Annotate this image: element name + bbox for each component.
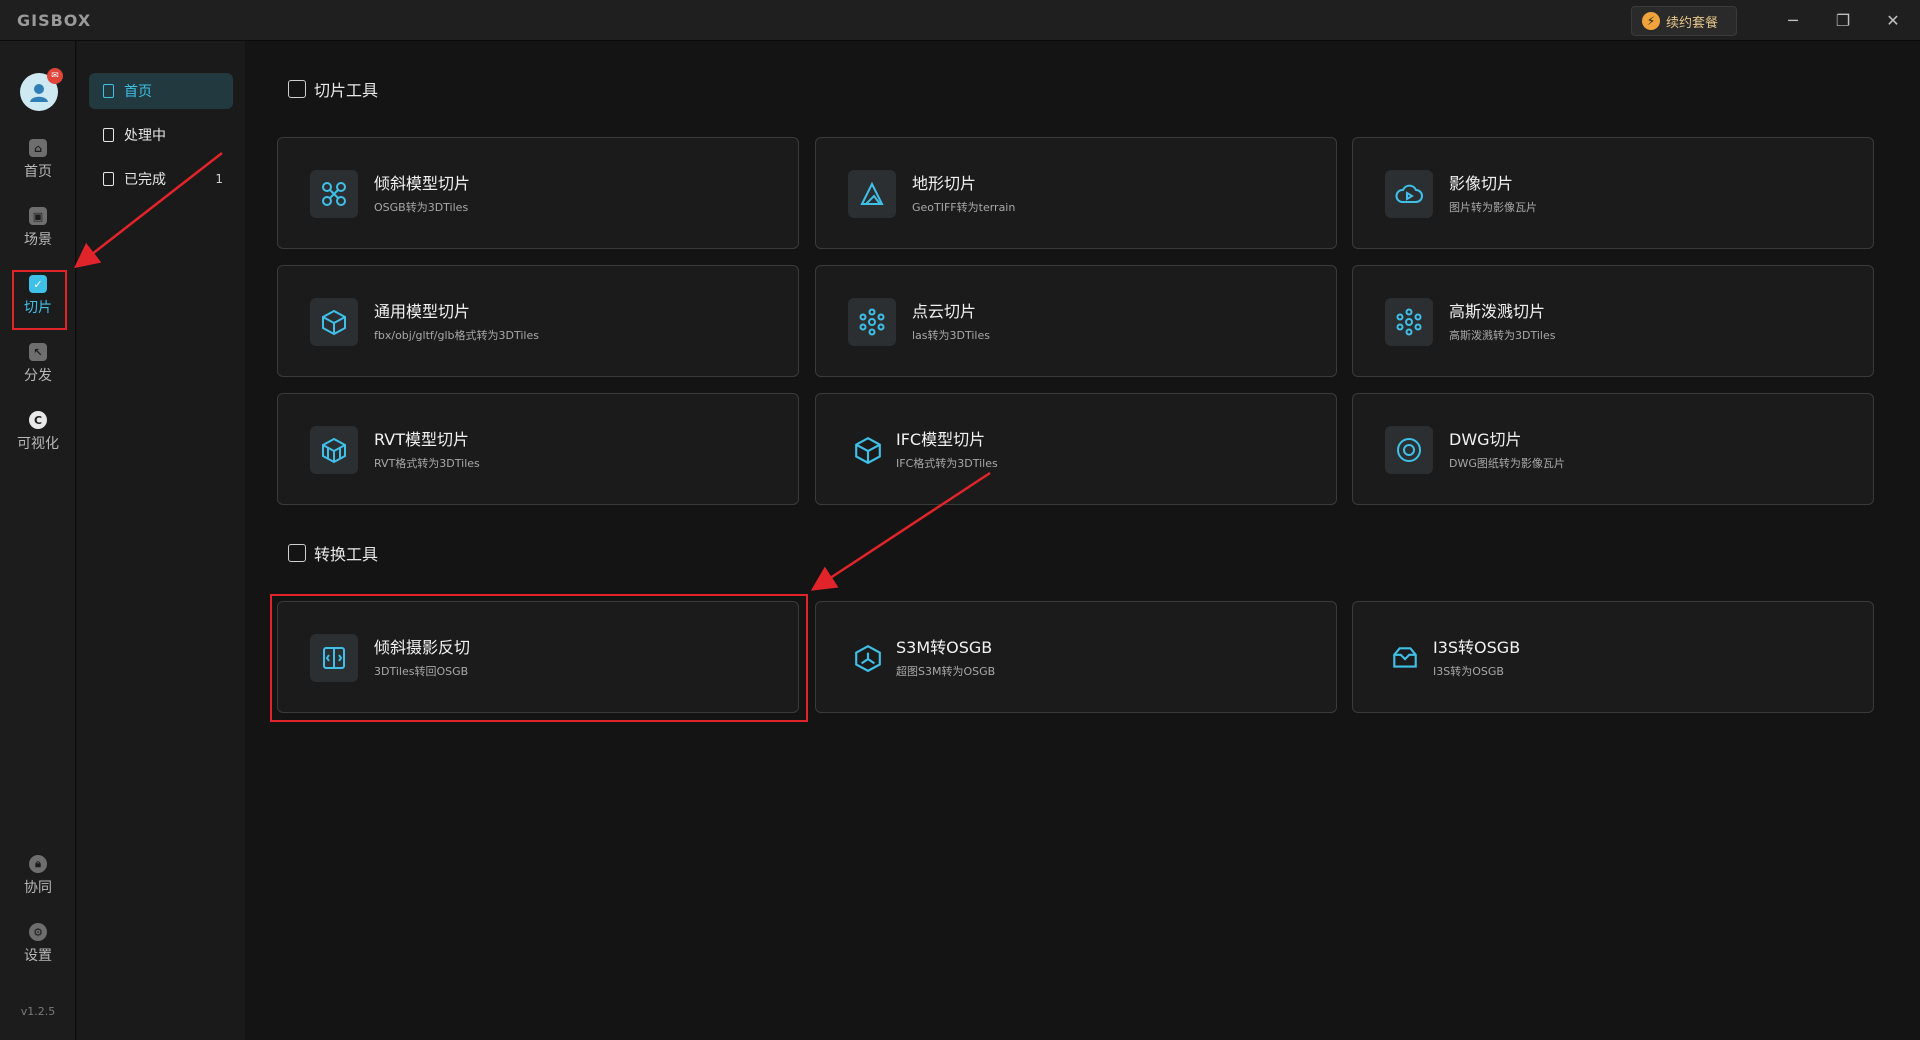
convert-folder-icon: [288, 544, 306, 562]
slice-tools-heading: 切片工具: [288, 77, 378, 101]
minimize-icon: ─: [1788, 11, 1798, 30]
app-window: GISBOX ⚡ 续约套餐 ─ ❐ ✕ ✉ ⌂ 首页 ▣ 场景 ✓ 切片 ↖ 分…: [0, 0, 1920, 1040]
title-bar: GISBOX ⚡ 续约套餐 ─ ❐ ✕: [0, 0, 1920, 41]
card-title: 通用模型切片: [374, 302, 471, 321]
card-general-model-slice[interactable]: 通用模型切片 fbx/obj/gltf/glb格式转为3DTiles: [277, 265, 799, 377]
rail-item-collab[interactable]: 🔒︎ 协同: [0, 846, 76, 906]
minimize-button[interactable]: ─: [1770, 0, 1816, 41]
annotation-card-highlight: [270, 594, 808, 722]
card-dwg-slice[interactable]: DWG切片 DWG图纸转为影像瓦片: [1352, 393, 1874, 505]
home-icon: ⌂: [29, 139, 47, 157]
card-subtitle: GeoTIFF转为terrain: [912, 201, 1016, 214]
card-subtitle: RVT格式转为3DTiles: [374, 457, 480, 470]
close-icon: ✕: [1886, 11, 1900, 30]
card-subtitle: las转为3DTiles: [912, 329, 990, 342]
card-subtitle: I3S转为OSGB: [1433, 665, 1504, 678]
annotation-rail-highlight: [12, 270, 67, 330]
cloud-play-icon: [1385, 170, 1433, 218]
terrain-icon: [848, 170, 896, 218]
point-cloud-icon: [848, 298, 896, 346]
i3s-icon: [1381, 634, 1429, 682]
lightning-icon: ⚡: [1642, 12, 1660, 30]
card-subtitle: 高斯泼溅转为3DTiles: [1449, 329, 1556, 342]
renew-plan-label: 续约套餐: [1666, 15, 1719, 31]
cube-icon: ▣: [29, 207, 47, 225]
notification-icon: ✉: [47, 68, 63, 84]
visual-icon: C: [29, 411, 47, 429]
user-icon: [30, 84, 48, 102]
dwg-icon: [1385, 426, 1433, 474]
rail-item-label: 分发: [24, 368, 52, 384]
s3m-icon: [844, 634, 892, 682]
nav-item-label: 处理中: [124, 128, 166, 144]
card-oblique-slice[interactable]: 倾斜模型切片 OSGB转为3DTiles: [277, 137, 799, 249]
rail-item-label: 首页: [24, 164, 52, 180]
rail-item-label: 场景: [24, 232, 52, 248]
rvt-icon: [310, 426, 358, 474]
document-icon: [103, 84, 114, 98]
icon-rail: ✉ ⌂ 首页 ▣ 场景 ✓ 切片 ↖ 分发 C 可视化 🔒︎ 协同 ⚙ 设置 v…: [0, 41, 76, 1040]
nav-item-label: 已完成: [124, 172, 166, 188]
map-icon: [288, 80, 306, 98]
card-terrain-slice[interactable]: 地形切片 GeoTIFF转为terrain: [815, 137, 1337, 249]
card-title: 地形切片: [912, 174, 977, 193]
rail-item-visualize[interactable]: C 可视化: [0, 402, 76, 462]
restore-icon: ❐: [1835, 11, 1851, 30]
restore-button[interactable]: ❐: [1820, 0, 1866, 41]
card-subtitle: 图片转为影像瓦片: [1449, 201, 1537, 214]
nav-item-label: 首页: [124, 84, 152, 100]
rail-item-distribute[interactable]: ↖ 分发: [0, 334, 76, 394]
convert-tools-heading: 转换工具: [288, 541, 378, 565]
nav-item-completed[interactable]: 已完成 1: [89, 161, 233, 197]
renew-plan-button[interactable]: ⚡ 续约套餐: [1631, 6, 1737, 36]
card-ifc-slice[interactable]: IFC模型切片 IFC格式转为3DTiles: [815, 393, 1337, 505]
card-s3m-to-osgb[interactable]: S3M转OSGB 超图S3M转为OSGB: [815, 601, 1337, 713]
document-check-icon: [103, 172, 114, 186]
document-icon: [103, 128, 114, 142]
card-rvt-slice[interactable]: RVT模型切片 RVT格式转为3DTiles: [277, 393, 799, 505]
box-icon: [310, 298, 358, 346]
card-title: IFC模型切片: [896, 430, 986, 449]
card-title: S3M转OSGB: [896, 638, 993, 657]
version-label: v1.2.5: [20, 1005, 56, 1018]
rail-item-label: 可视化: [17, 436, 59, 452]
section-title-text: 切片工具: [314, 81, 379, 100]
card-subtitle: IFC格式转为3DTiles: [896, 457, 998, 470]
drone-icon: [310, 170, 358, 218]
card-image-slice[interactable]: 影像切片 图片转为影像瓦片: [1352, 137, 1874, 249]
app-logo: GISBOX: [17, 11, 92, 30]
gear-icon: ⚙: [29, 923, 47, 941]
rail-item-label: 设置: [24, 948, 52, 964]
card-point-cloud-slice[interactable]: 点云切片 las转为3DTiles: [815, 265, 1337, 377]
card-title: I3S转OSGB: [1433, 638, 1521, 657]
rail-item-scene[interactable]: ▣ 场景: [0, 198, 76, 258]
gaussian-icon: [1385, 298, 1433, 346]
rail-item-settings[interactable]: ⚙ 设置: [0, 914, 76, 974]
card-gaussian-splat-slice[interactable]: 高斯泼溅切片 高斯泼溅转为3DTiles: [1352, 265, 1874, 377]
card-title: 点云切片: [912, 302, 977, 321]
card-title: DWG切片: [1449, 430, 1522, 449]
share-icon: ↖: [29, 343, 47, 361]
lock-icon: 🔒︎: [29, 855, 47, 873]
nav-item-processing[interactable]: 处理中: [89, 117, 233, 153]
completed-count: 1: [215, 172, 223, 186]
avatar[interactable]: ✉: [20, 68, 63, 111]
card-subtitle: OSGB转为3DTiles: [374, 201, 469, 214]
card-subtitle: DWG图纸转为影像瓦片: [1449, 457, 1565, 470]
ifc-cube-icon: [844, 426, 892, 474]
card-title: 影像切片: [1449, 174, 1514, 193]
card-title: 高斯泼溅切片: [1449, 302, 1546, 321]
rail-item-home[interactable]: ⌂ 首页: [0, 130, 76, 190]
section-title-text: 转换工具: [314, 545, 379, 564]
card-i3s-to-osgb[interactable]: I3S转OSGB I3S转为OSGB: [1352, 601, 1874, 713]
card-subtitle: 超图S3M转为OSGB: [896, 665, 996, 678]
card-title: RVT模型切片: [374, 430, 469, 449]
card-title: 倾斜模型切片: [374, 174, 471, 193]
card-subtitle: fbx/obj/gltf/glb格式转为3DTiles: [374, 329, 539, 342]
nav-item-home[interactable]: 首页: [89, 73, 233, 109]
sub-nav: 首页 处理中 已完成 1: [77, 41, 245, 1040]
close-button[interactable]: ✕: [1870, 0, 1916, 41]
rail-item-label: 协同: [24, 880, 52, 896]
